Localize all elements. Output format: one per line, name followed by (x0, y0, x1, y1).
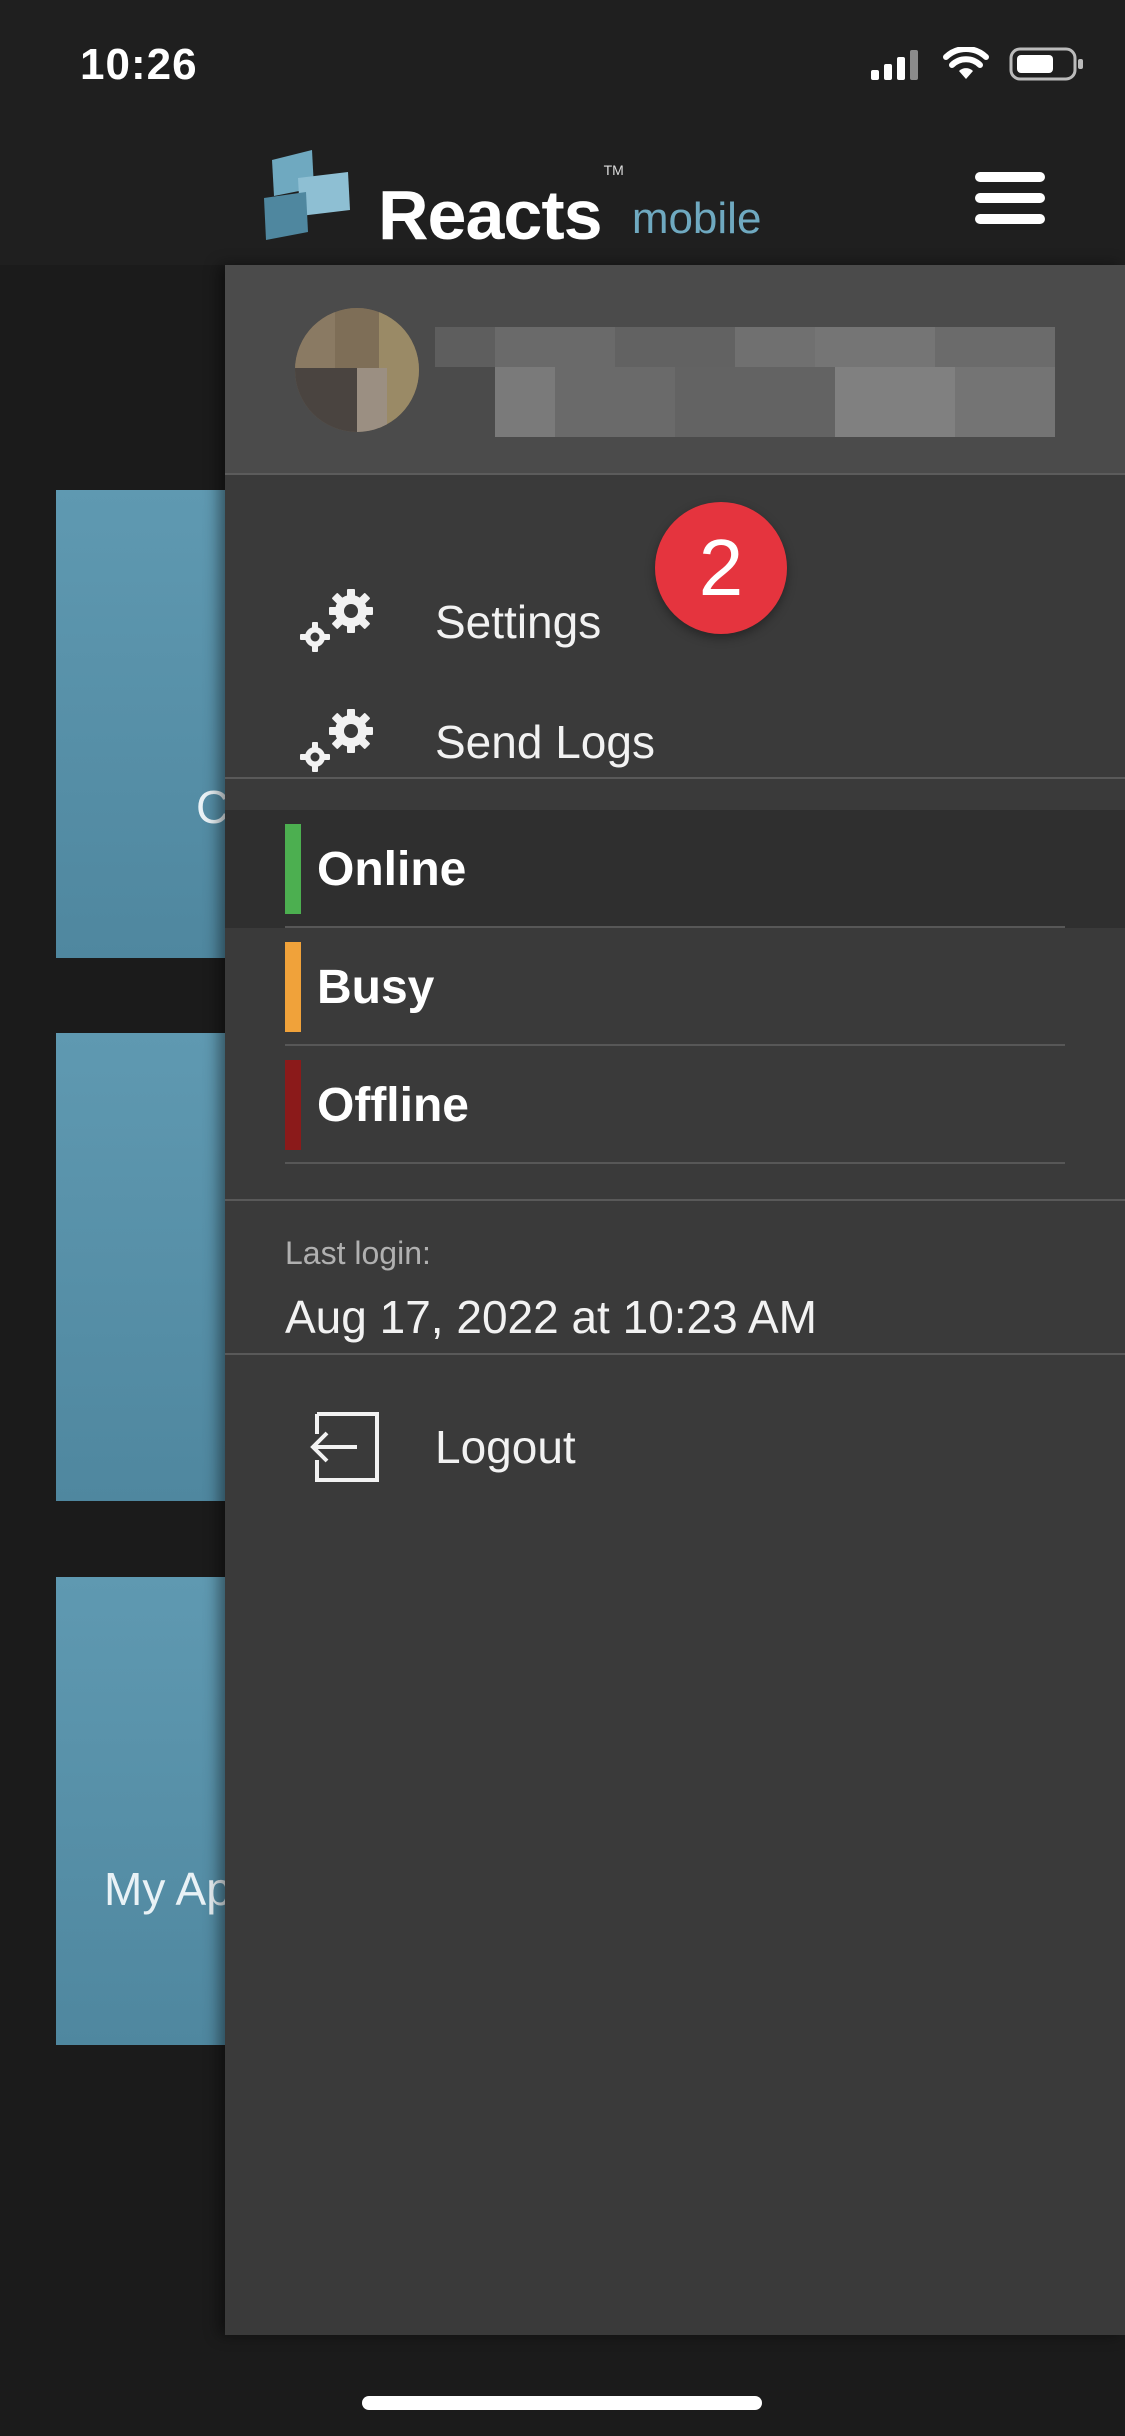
notification-badge: 2 (655, 502, 787, 634)
logo-subtext: mobile (631, 194, 762, 243)
signal-icon (871, 50, 918, 80)
status-option-busy[interactable]: Busy (225, 928, 1125, 1046)
app-logo: Reacts TM mobile (262, 150, 761, 250)
row-separator (285, 1162, 1065, 1164)
user-name-redacted (435, 327, 1055, 437)
logo-text: Reacts (378, 176, 603, 254)
status-option-offline[interactable]: Offline (225, 1046, 1125, 1164)
divider (225, 1199, 1125, 1201)
side-drawer: Settings 2 Send Logs Online Busy Offline… (225, 265, 1125, 2335)
status-color-indicator (285, 824, 301, 914)
menu-item-label: Settings (435, 596, 602, 648)
status-time: 10:26 (80, 40, 198, 89)
app-header: Reacts TM mobile (0, 140, 1125, 265)
status-color-indicator (285, 942, 301, 1032)
divider (225, 1353, 1125, 1355)
status-bar: 10:26 (0, 0, 1125, 140)
logout-icon (310, 1412, 379, 1482)
menu-item-label: Send Logs (435, 716, 655, 768)
home-indicator[interactable] (362, 2396, 762, 2410)
status-color-indicator (285, 1060, 301, 1150)
tile-label: My Ap (104, 1863, 232, 1915)
user-profile[interactable] (225, 265, 1125, 475)
last-login-caption: Last login: (285, 1235, 431, 1271)
battery-icon (1009, 47, 1083, 81)
status-icons (871, 46, 1085, 82)
logout-label: Logout (435, 1421, 576, 1473)
status-label: Offline (317, 1079, 469, 1132)
logo-mark-icon (264, 150, 350, 240)
hamburger-menu-icon[interactable] (975, 172, 1045, 228)
gears-icon (300, 709, 373, 772)
divider (225, 777, 1125, 779)
logout-button[interactable]: Logout (225, 1385, 1125, 1515)
avatar (295, 308, 419, 432)
status-label: Busy (317, 961, 435, 1014)
wifi-icon (943, 47, 989, 79)
last-login-value: Aug 17, 2022 at 10:23 AM (285, 1291, 817, 1343)
status-label: Online (317, 843, 467, 896)
status-option-online[interactable]: Online (225, 810, 1125, 928)
gears-icon (300, 589, 373, 652)
logo-trademark: TM (603, 162, 624, 178)
